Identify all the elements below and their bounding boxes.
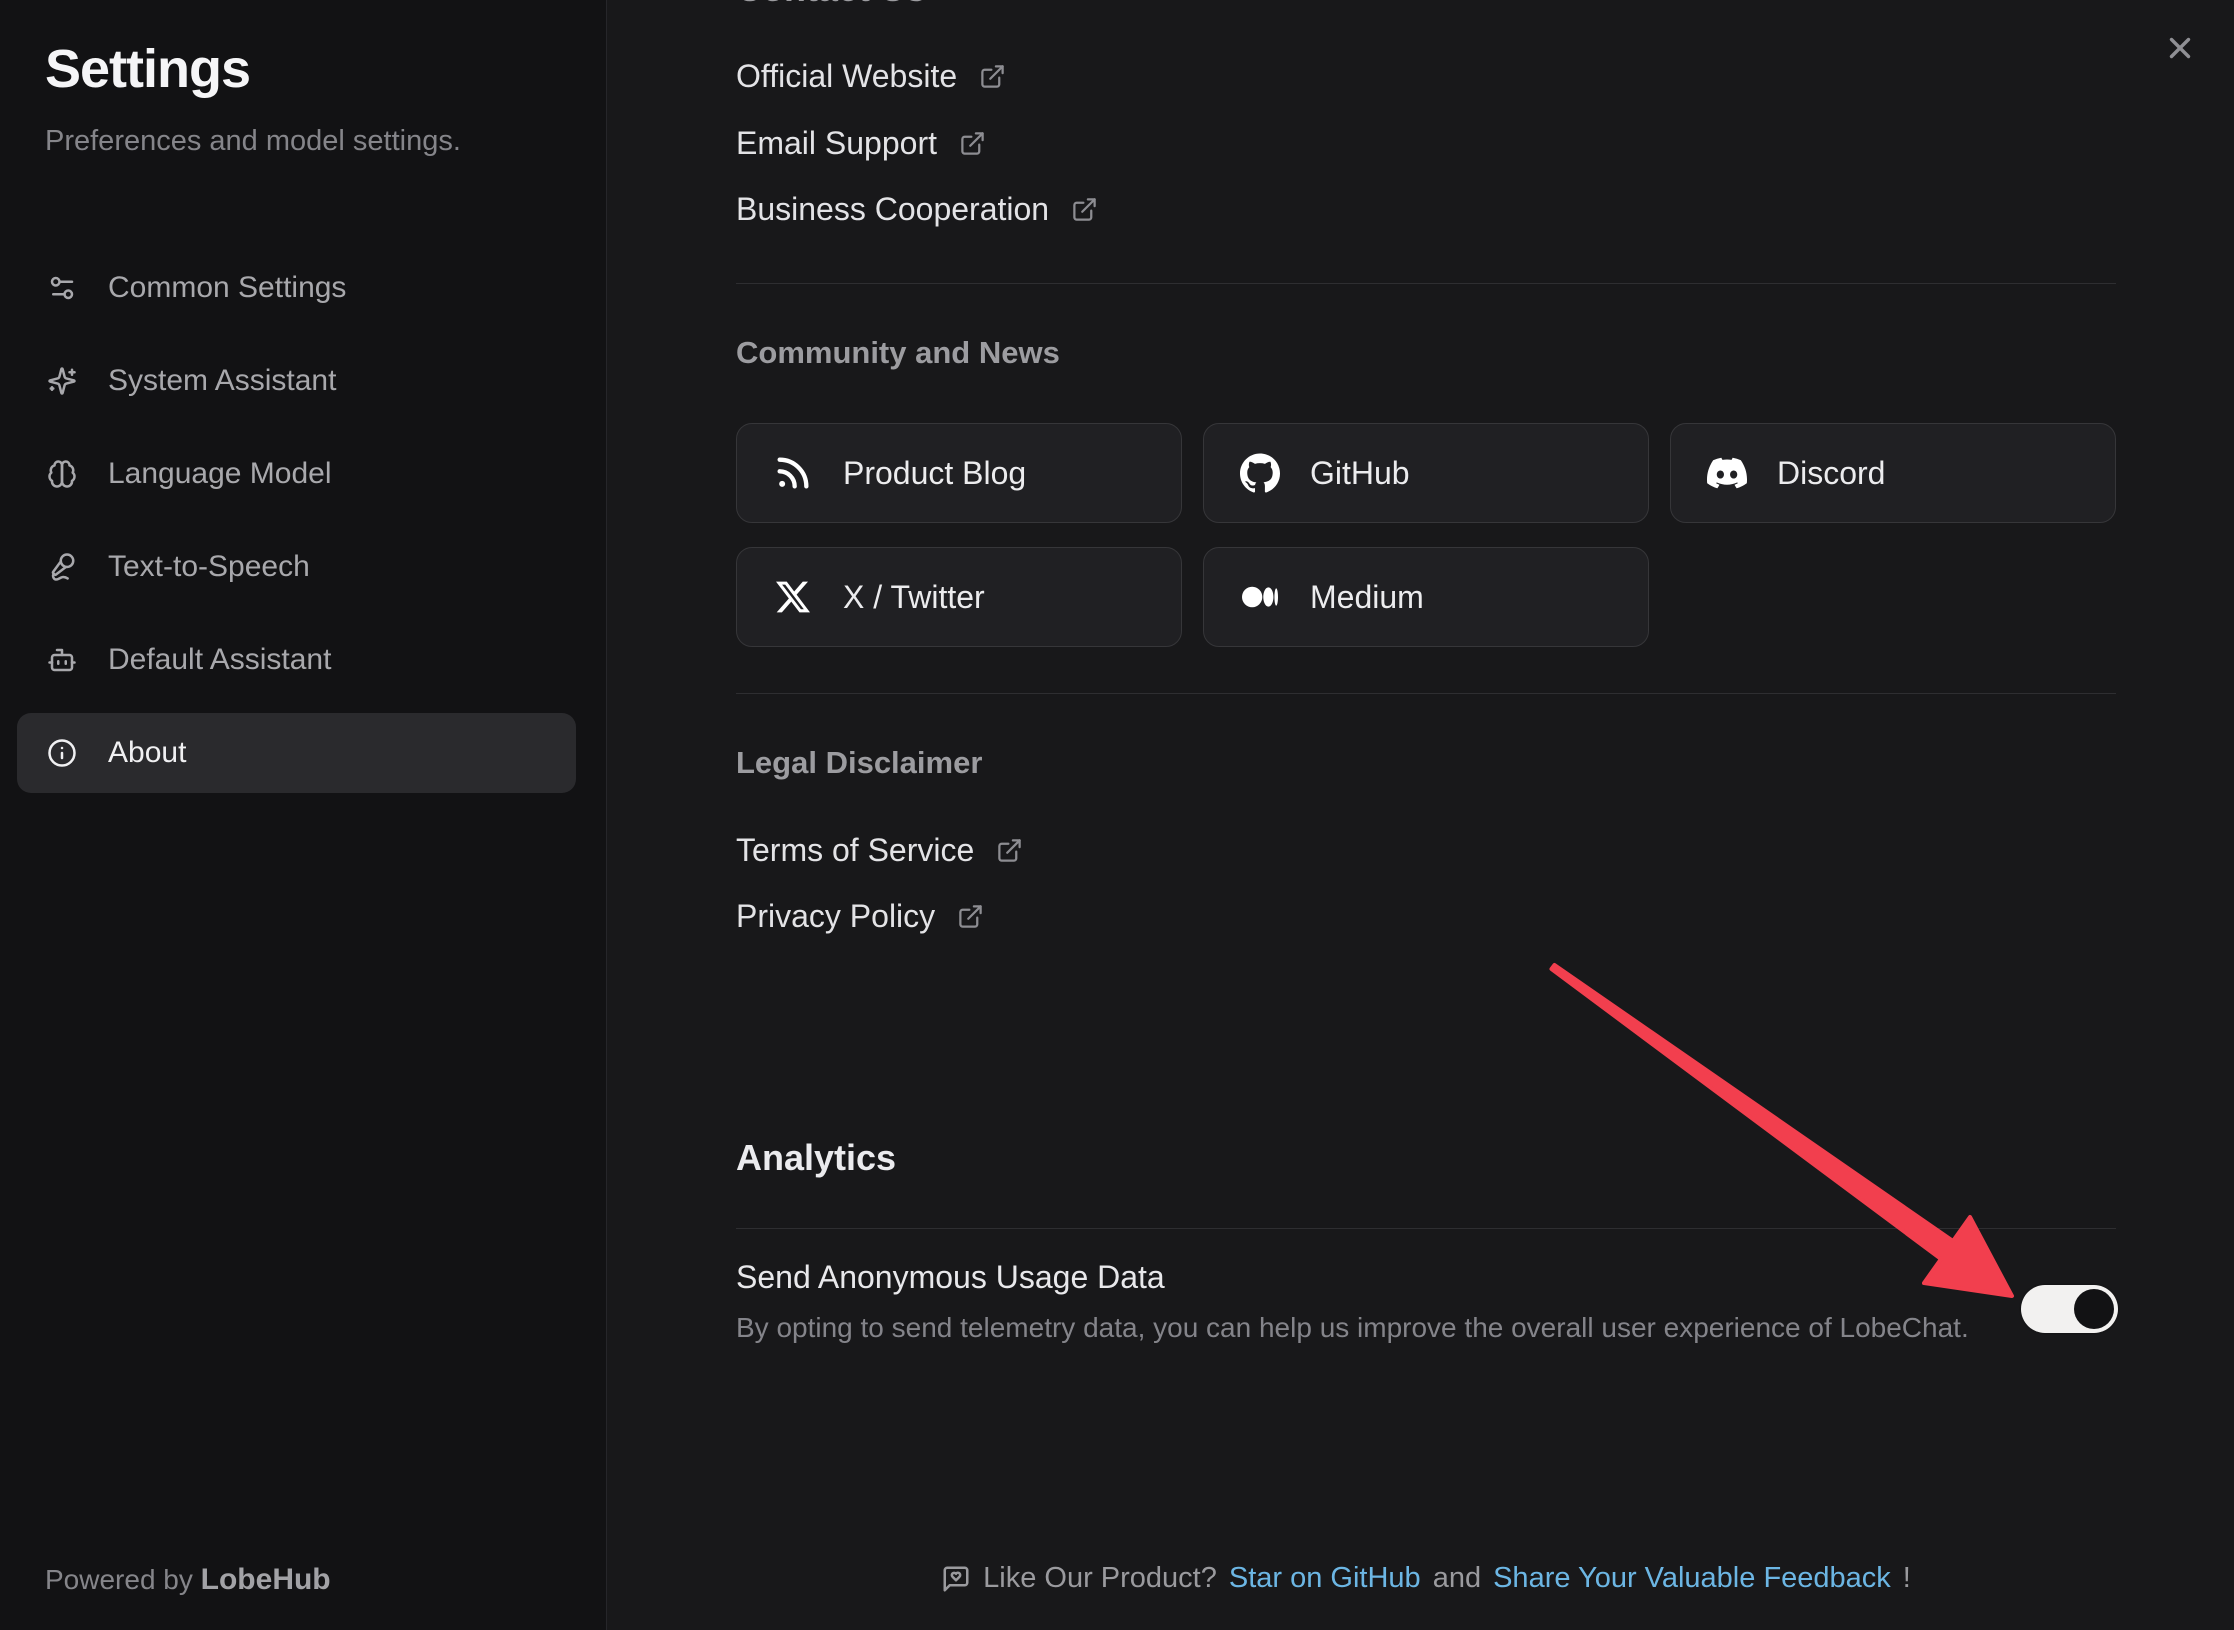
usage-data-title: Send Anonymous Usage Data — [736, 1259, 1165, 1296]
sidebar-item-label: Common Settings — [108, 271, 346, 305]
button-label: Discord — [1777, 455, 1885, 492]
sidebar-item-text-to-speech[interactable]: Text-to-Speech — [17, 527, 576, 607]
official-website-link[interactable]: Official Website — [736, 58, 1006, 95]
sparkles-icon — [47, 366, 77, 396]
link-label: Official Website — [736, 58, 957, 95]
footer-suffix: ! — [1903, 1562, 1911, 1595]
page-title: Settings — [45, 38, 250, 100]
link-label: Privacy Policy — [736, 898, 935, 935]
product-blog-button[interactable]: Product Blog — [736, 423, 1182, 523]
footer-middle: and — [1433, 1562, 1481, 1595]
divider — [736, 1228, 2116, 1229]
page-subtitle: Preferences and model settings. — [45, 125, 461, 158]
external-link-icon — [959, 130, 986, 157]
link-label: Business Cooperation — [736, 191, 1049, 228]
close-button[interactable] — [2158, 26, 2202, 70]
discord-button[interactable]: Discord — [1670, 423, 2116, 523]
star-on-github-link[interactable]: Star on GitHub — [1229, 1562, 1421, 1595]
sidebar-item-default-assistant[interactable]: Default Assistant — [17, 620, 576, 700]
toggle-knob — [2074, 1289, 2114, 1329]
external-link-icon — [996, 837, 1023, 864]
feedback-link[interactable]: Share Your Valuable Feedback — [1493, 1562, 1891, 1595]
sidebar-item-label: Default Assistant — [108, 643, 331, 677]
message-square-heart-icon — [941, 1564, 971, 1594]
sidebar-item-label: Language Model — [108, 457, 332, 491]
divider — [736, 693, 2116, 694]
contact-us-heading: Contact Us — [736, 0, 926, 10]
medium-icon — [1240, 577, 1280, 617]
info-icon — [47, 738, 77, 768]
sidebar-nav: Common Settings System Assistant Languag… — [17, 248, 576, 806]
bot-icon — [47, 645, 77, 675]
x-twitter-icon — [773, 577, 813, 617]
mic-icon — [47, 552, 77, 582]
medium-button[interactable]: Medium — [1203, 547, 1649, 647]
discord-icon — [1707, 453, 1747, 493]
legal-heading: Legal Disclaimer — [736, 745, 982, 781]
usage-data-toggle[interactable] — [2021, 1285, 2118, 1333]
external-link-icon — [957, 903, 984, 930]
button-label: Product Blog — [843, 455, 1026, 492]
analytics-heading: Analytics — [736, 1137, 896, 1179]
sidebar-item-common-settings[interactable]: Common Settings — [17, 248, 576, 328]
community-heading: Community and News — [736, 335, 1060, 371]
external-link-icon — [979, 63, 1006, 90]
footer-message: Like Our Product? Star on GitHub and Sha… — [736, 1562, 2116, 1595]
sidebar-item-label: System Assistant — [108, 364, 336, 398]
link-label: Email Support — [736, 125, 937, 162]
terms-of-service-link[interactable]: Terms of Service — [736, 832, 1023, 869]
button-label: GitHub — [1310, 455, 1410, 492]
sidebar-item-label: About — [108, 736, 186, 770]
close-icon — [2163, 31, 2197, 65]
usage-data-description: By opting to send telemetry data, you ca… — [736, 1312, 1969, 1344]
business-cooperation-link[interactable]: Business Cooperation — [736, 191, 1098, 228]
brain-icon — [47, 459, 77, 489]
button-label: X / Twitter — [843, 579, 985, 616]
sliders-icon — [47, 273, 77, 303]
rss-icon — [773, 453, 813, 493]
github-button[interactable]: GitHub — [1203, 423, 1649, 523]
settings-sidebar: Settings Preferences and model settings.… — [0, 0, 607, 1630]
divider — [736, 283, 2116, 284]
github-icon — [1240, 453, 1280, 493]
sidebar-item-language-model[interactable]: Language Model — [17, 434, 576, 514]
button-label: Medium — [1310, 579, 1424, 616]
email-support-link[interactable]: Email Support — [736, 125, 986, 162]
powered-by: Powered by LobeHub — [45, 1563, 331, 1597]
external-link-icon — [1071, 196, 1098, 223]
link-label: Terms of Service — [736, 832, 974, 869]
community-buttons: Product Blog GitHub Discord X / Twitter — [736, 423, 2138, 647]
about-panel: Contact Us Official Website Email Suppor… — [608, 0, 2234, 1630]
x-twitter-button[interactable]: X / Twitter — [736, 547, 1182, 647]
privacy-policy-link[interactable]: Privacy Policy — [736, 898, 984, 935]
sidebar-item-about[interactable]: About — [17, 713, 576, 793]
sidebar-item-label: Text-to-Speech — [108, 550, 310, 584]
sidebar-item-system-assistant[interactable]: System Assistant — [17, 341, 576, 421]
footer-prefix: Like Our Product? — [983, 1562, 1217, 1595]
powered-by-text: Powered by — [45, 1564, 193, 1595]
lobehub-brand[interactable]: LobeHub — [201, 1563, 331, 1596]
